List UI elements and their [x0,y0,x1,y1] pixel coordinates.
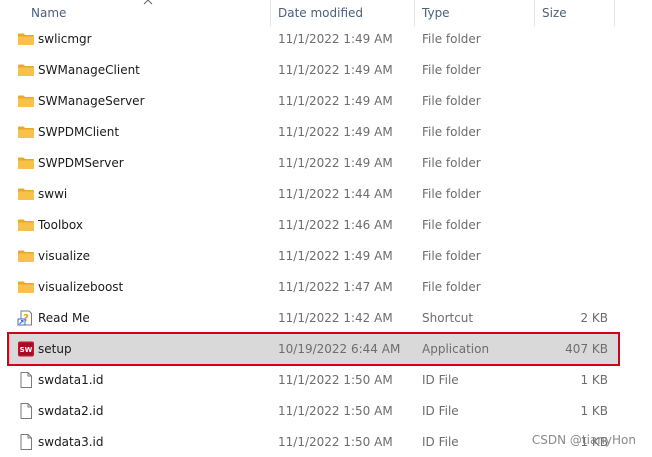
column-header-size[interactable]: Size [536,0,614,26]
file-name: swwi [38,187,68,201]
file-name: SWPDMServer [38,156,124,170]
file-type: Application [422,342,490,356]
file-row[interactable]: SWPDMClient 11/1/2022 1:49 AM File folder [9,117,618,147]
folder-icon [17,62,35,78]
file-row[interactable]: swlicmgr 11/1/2022 1:49 AM File folder [9,24,618,54]
file-icon [17,403,35,419]
column-header-name[interactable]: Name [25,0,270,26]
file-name: SWManageClient [38,63,140,77]
column-divider[interactable] [614,0,615,26]
file-name: SWManageServer [38,94,145,108]
column-header-type[interactable]: Type [416,0,534,26]
folder-icon [17,124,35,140]
file-row[interactable]: visualize 11/1/2022 1:49 AM File folder [9,241,618,271]
file-name: Toolbox [38,218,83,232]
file-size: 2 KB [580,311,608,325]
folder-icon [17,155,35,171]
column-divider[interactable] [270,0,271,26]
file-date-modified: 11/1/2022 1:49 AM [278,125,393,139]
file-row[interactable]: SW setup 10/19/2022 6:44 AM Application 407 … [9,334,618,364]
file-date-modified: 11/1/2022 1:47 AM [278,280,393,294]
column-divider[interactable] [414,0,415,26]
column-header-date-modified[interactable]: Date modified [272,0,414,26]
folder-icon [17,248,35,264]
file-type: Shortcut [422,311,474,325]
file-type: ID File [422,404,459,418]
file-type: ID File [422,435,459,449]
file-name: visualizeboost [38,280,124,294]
file-row[interactable]: SWManageServer 11/1/2022 1:49 AM File fold… [9,86,618,116]
file-type: File folder [422,156,481,170]
file-date-modified: 11/1/2022 1:49 AM [278,249,393,263]
folder-icon [17,186,35,202]
folder-icon [17,93,35,109]
file-name: swdata3.id [38,435,104,449]
file-icon [17,434,35,450]
file-row[interactable]: swdata1.id 11/1/2022 1:50 AM ID File 1 KB [9,365,618,395]
file-date-modified: 11/1/2022 1:49 AM [278,32,393,46]
file-row[interactable]: SWManageClient 11/1/2022 1:49 AM File fold… [9,55,618,85]
file-name: setup [38,342,72,356]
file-type: File folder [422,125,481,139]
file-date-modified: 11/1/2022 1:42 AM [278,311,393,325]
shortcut-help-icon: ? [17,310,35,326]
file-size: 407 KB [565,342,608,356]
column-header-row: Name Date modified Type Size [0,0,652,26]
solidworks-app-icon: SW [17,341,35,357]
folder-icon [17,217,35,233]
file-type: File folder [422,187,481,201]
file-row[interactable]: Toolbox 11/1/2022 1:46 AM File folder [9,210,618,240]
file-date-modified: 10/19/2022 6:44 AM [278,342,401,356]
file-name: swlicmgr [38,32,92,46]
file-name: swdata2.id [38,404,104,418]
file-type: File folder [422,218,481,232]
file-type: File folder [422,249,481,263]
file-date-modified: 11/1/2022 1:44 AM [278,187,393,201]
folder-icon [17,31,35,47]
file-name: SWPDMClient [38,125,120,139]
file-row[interactable]: swwi 11/1/2022 1:44 AM File folder [9,179,618,209]
file-type: File folder [422,63,481,77]
folder-icon [17,279,35,295]
file-row[interactable]: swdata3.id 11/1/2022 1:50 AM ID File 1 KB [9,427,618,457]
file-date-modified: 11/1/2022 1:50 AM [278,435,393,449]
file-size: 1 KB [580,373,608,387]
file-row[interactable]: ? Read Me 11/1/2022 1:42 AM Shortcut 2 KB [9,303,618,333]
file-date-modified: 11/1/2022 1:49 AM [278,94,393,108]
file-row[interactable]: visualizeboost 11/1/2022 1:47 AM File fold… [9,272,618,302]
file-size: 1 KB [580,404,608,418]
file-name: visualize [38,249,90,263]
file-date-modified: 11/1/2022 1:49 AM [278,63,393,77]
file-type: File folder [422,280,481,294]
file-row[interactable]: swdata2.id 11/1/2022 1:50 AM ID File 1 KB [9,396,618,426]
file-name: swdata1.id [38,373,104,387]
svg-text:SW: SW [20,346,33,354]
file-date-modified: 11/1/2022 1:50 AM [278,373,393,387]
file-date-modified: 11/1/2022 1:46 AM [278,218,393,232]
file-type: File folder [422,94,481,108]
column-divider[interactable] [534,0,535,26]
watermark-text: CSDN @tianyHon [531,433,636,447]
file-type: File folder [422,32,481,46]
file-icon [17,372,35,388]
file-row[interactable]: SWPDMServer 11/1/2022 1:49 AM File folder [9,148,618,178]
file-name: Read Me [38,311,90,325]
file-date-modified: 11/1/2022 1:50 AM [278,404,393,418]
file-date-modified: 11/1/2022 1:49 AM [278,156,393,170]
file-type: ID File [422,373,459,387]
